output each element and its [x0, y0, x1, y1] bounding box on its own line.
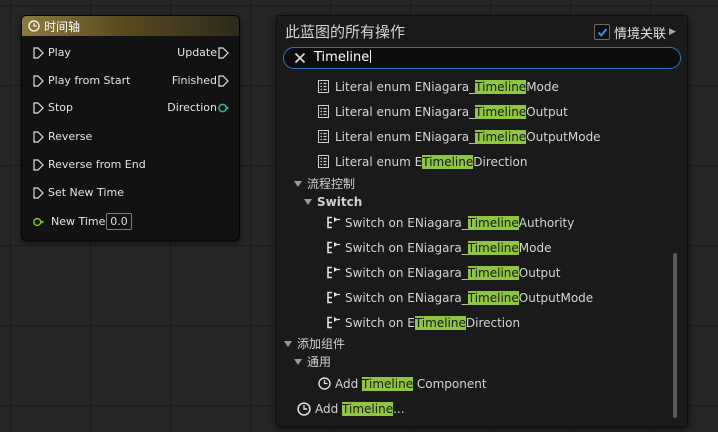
switch-node-icon [327, 266, 340, 279]
action-menu-panel: 此蓝图的所有操作 情境关联 ▶ Timeline Literal enum EN… [276, 15, 688, 427]
list-item-switch-direction[interactable]: Switch on ETimelineDirection [345, 315, 520, 331]
context-sensitive-toggle[interactable]: 情境关联 ▶ [594, 23, 676, 42]
switch-node-icon [327, 216, 340, 229]
list-item-switch-mode[interactable]: Switch on ENiagara_TimelineMode [345, 240, 552, 256]
node-row-reverse-from-end: Reverse from End [22, 157, 239, 173]
expand-arrow-icon[interactable] [294, 181, 302, 187]
enum-literal-icon [318, 105, 329, 118]
pin-label-reverse: Reverse [48, 130, 93, 143]
direction-pin-icon[interactable] [218, 102, 229, 114]
pin-label-set-new-time: Set New Time [48, 186, 124, 199]
checkbox-icon[interactable] [594, 24, 610, 40]
list-item-add-timeline-component[interactable]: Add Timeline Component [335, 376, 487, 392]
exec-pin-icon[interactable] [33, 131, 44, 143]
panel-title: 此蓝图的所有操作 [285, 23, 406, 41]
exec-pin-icon[interactable] [33, 159, 44, 171]
enum-literal-icon [318, 130, 329, 143]
exec-pin-icon[interactable] [218, 47, 229, 59]
list-item-enum-mode[interactable]: Literal enum ENiagara_TimelineMode [335, 79, 559, 95]
list-item-enum-direction[interactable]: Literal enum ETimelineDirection [335, 154, 527, 170]
expand-arrow-icon[interactable] [304, 199, 312, 205]
switch-node-icon [327, 316, 340, 329]
node-row-stop: Stop Direction [22, 100, 239, 116]
category-common[interactable]: 通用 [294, 354, 331, 370]
exec-pin-icon[interactable] [33, 47, 44, 59]
node-row-reverse: Reverse [22, 129, 239, 145]
node-row-play: Play Update [22, 45, 239, 61]
switch-node-icon [327, 241, 340, 254]
list-item-switch-authority[interactable]: Switch on ENiagara_TimelineAuthority [345, 215, 574, 231]
clear-search-icon[interactable] [293, 51, 307, 65]
node-header[interactable]: 时间轴 [22, 16, 239, 36]
exec-pin-icon[interactable] [33, 187, 44, 199]
list-item-switch-output-mode[interactable]: Switch on ENiagara_TimelineOutputMode [345, 290, 593, 306]
list-item-add-timeline[interactable]: Add Timeline... [315, 401, 405, 417]
enum-literal-icon [318, 155, 329, 168]
pin-label-direction: Direction [167, 101, 217, 114]
exec-pin-icon[interactable] [33, 102, 44, 114]
pin-label-reverse-from-end: Reverse from End [48, 158, 146, 171]
node-row-new-time: New Time 0.0 [22, 213, 239, 230]
expand-arrow-icon[interactable] [284, 341, 292, 347]
chevron-right-icon[interactable]: ▶ [669, 27, 676, 37]
category-add-component[interactable]: 添加组件 [284, 336, 345, 352]
search-box[interactable]: Timeline [283, 47, 681, 69]
clock-icon [297, 402, 311, 416]
pin-label-play: Play [48, 46, 71, 59]
enum-literal-icon [318, 80, 329, 93]
clock-icon [28, 20, 40, 32]
pin-label-play-from-start: Play from Start [48, 74, 131, 87]
expand-arrow-icon[interactable] [294, 359, 302, 365]
exec-pin-icon[interactable] [218, 75, 229, 87]
list-item-enum-output-mode[interactable]: Literal enum ENiagara_TimelineOutputMode [335, 129, 601, 145]
list-item-enum-output[interactable]: Literal enum ENiagara_TimelineOutput [335, 104, 568, 120]
node-row-play-from-start: Play from Start Finished [22, 73, 239, 89]
pin-label-new-time: New Time [51, 215, 106, 228]
switch-node-icon [327, 291, 340, 304]
category-flow-control[interactable]: 流程控制 [294, 176, 355, 192]
search-input[interactable]: Timeline [314, 50, 372, 65]
clock-icon [318, 377, 331, 390]
float-pin-icon[interactable] [33, 216, 45, 228]
pin-label-finished: Finished [171, 74, 217, 87]
node-row-set-new-time: Set New Time [22, 185, 239, 201]
context-sensitive-label: 情境关联 [614, 26, 667, 42]
list-item-switch-output[interactable]: Switch on ENiagara_TimelineOutput [345, 265, 560, 281]
scrollbar-thumb[interactable] [673, 253, 677, 418]
node-title: 时间轴 [44, 19, 81, 34]
category-switch[interactable]: Switch [304, 194, 362, 210]
pin-label-update: Update [177, 46, 217, 59]
new-time-value-input[interactable]: 0.0 [106, 213, 132, 230]
timeline-node[interactable]: 时间轴 Play Update Play from Start Finished… [21, 15, 240, 241]
pin-label-stop: Stop [48, 101, 74, 114]
exec-pin-icon[interactable] [33, 75, 44, 87]
